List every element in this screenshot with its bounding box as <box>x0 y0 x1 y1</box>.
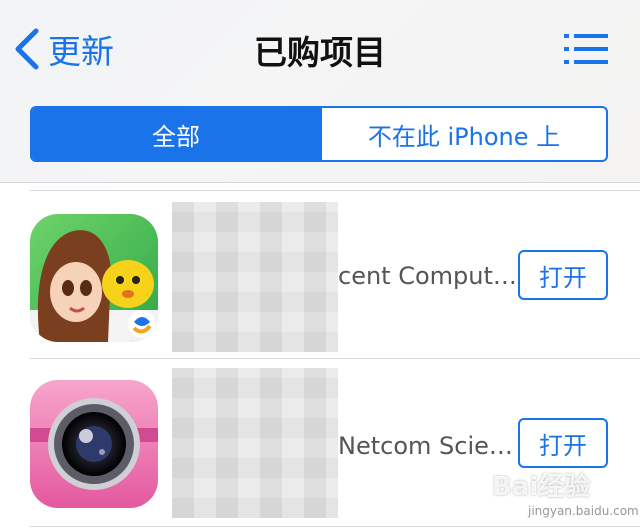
segment-all[interactable]: 全部 <box>32 108 320 160</box>
separator <box>30 526 640 527</box>
separator <box>30 190 640 191</box>
list-icon[interactable] <box>562 32 610 66</box>
watermark: Bai经验 jingyan.baidu.com <box>470 466 640 526</box>
watermark-url: jingyan.baidu.com <box>528 504 639 518</box>
list-item[interactable]: cent Comput… 打开 <box>0 194 640 359</box>
app-name-obscured <box>172 202 338 352</box>
separator <box>30 358 640 359</box>
page-title: 已购项目 <box>254 33 386 72</box>
segmented-control: 全部 不在此 iPhone 上 <box>30 106 608 162</box>
app-icon-camera[interactable] <box>30 380 158 508</box>
navigation-header: 更新 已购项目 全部 不在此 iPhone 上 <box>0 0 640 183</box>
watermark-brand: Bai经验 <box>492 472 591 502</box>
open-button[interactable]: 打开 <box>518 418 608 468</box>
app-icon-game[interactable] <box>30 214 158 342</box>
open-button[interactable]: 打开 <box>518 250 608 300</box>
app-name-obscured <box>172 368 338 518</box>
developer-name: cent Comput… <box>338 262 517 290</box>
segment-not-on-device[interactable]: 不在此 iPhone 上 <box>320 108 606 160</box>
developer-name: Netcom Scie… <box>338 432 513 460</box>
